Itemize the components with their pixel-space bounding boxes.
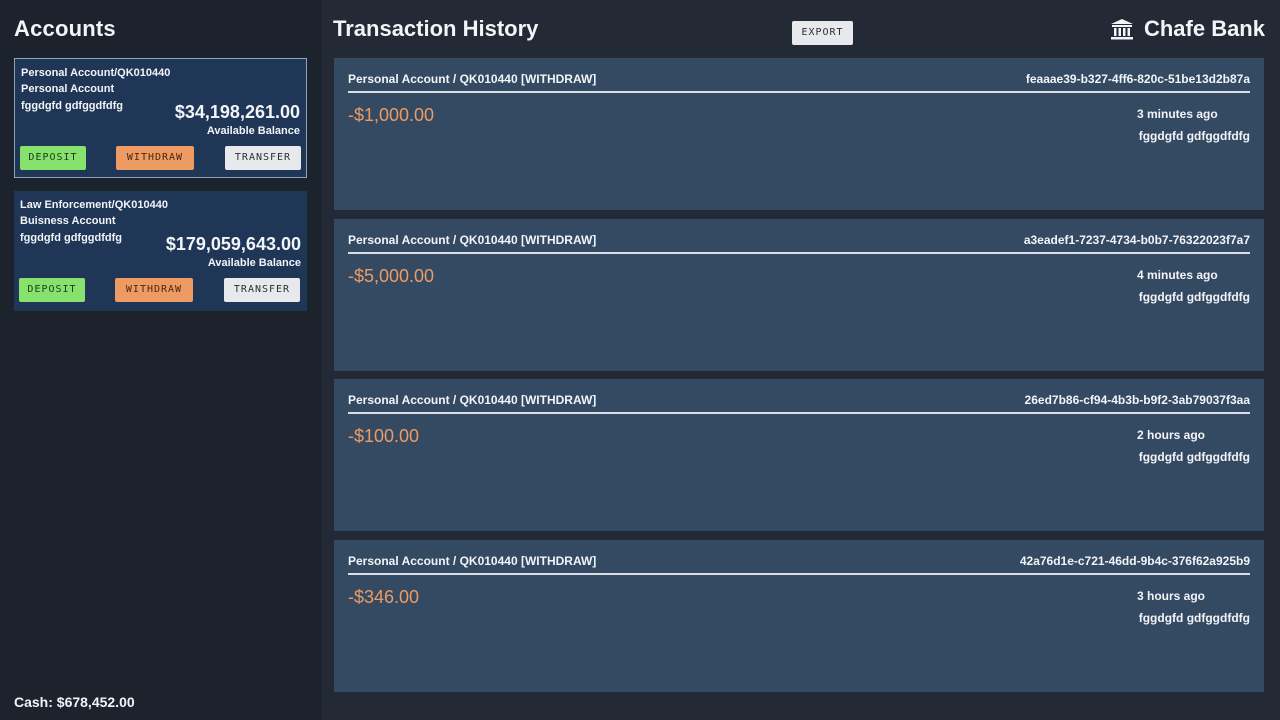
account-card-personal[interactable]: Personal Account/QK010440 Personal Accou… (14, 58, 307, 178)
account-balance: $34,198,261.00 (174, 102, 300, 122)
transaction-card[interactable]: Personal Account / QK010440 [WITHDRAW] 4… (334, 540, 1264, 692)
transaction-heading: Personal Account / QK010440 [WITHDRAW] (348, 393, 597, 407)
transaction-amount: -$100.00 (348, 426, 420, 446)
divider (348, 252, 1250, 254)
transaction-amount: -$346.00 (348, 587, 420, 607)
available-balance-label: Available Balance (207, 257, 301, 269)
divider (348, 412, 1250, 414)
transaction-user: fggdgfd gdfggdfdfg (1138, 290, 1250, 304)
account-id-line: Personal Account/QK010440 (21, 67, 171, 79)
account-type: Personal Account (21, 83, 115, 95)
deposit-button[interactable]: DEPOSIT (20, 146, 86, 170)
transaction-time: 3 hours ago (1137, 589, 1206, 603)
divider (348, 91, 1250, 93)
available-balance-label: Available Balance (206, 125, 300, 137)
divider (348, 573, 1250, 575)
account-owner: fggdgfd gdfggdfdfg (20, 232, 123, 244)
export-button[interactable]: EXPORT (792, 21, 853, 45)
transaction-card[interactable]: Personal Account / QK010440 [WITHDRAW] 2… (334, 379, 1264, 531)
transaction-time: 4 minutes ago (1137, 268, 1218, 282)
account-type: Buisness Account (20, 215, 116, 227)
transaction-user: fggdgfd gdfggdfdfg (1138, 611, 1250, 625)
transaction-time: 2 hours ago (1137, 428, 1206, 442)
transaction-amount: -$5,000.00 (348, 266, 435, 286)
transaction-id: feaaae39-b327-4ff6-820c-51be13d2b87a (1025, 72, 1250, 86)
page-title: Transaction History (333, 16, 539, 41)
transaction-heading: Personal Account / QK010440 [WITHDRAW] (348, 72, 597, 86)
transfer-button[interactable]: TRANSFER (225, 146, 301, 170)
deposit-button[interactable]: DEPOSIT (19, 278, 85, 302)
transaction-id: 42a76d1e-c721-46dd-9b4c-376f62a925b9 (1019, 554, 1250, 568)
accounts-title: Accounts (14, 16, 116, 41)
transaction-user: fggdgfd gdfggdfdfg (1138, 450, 1250, 464)
cash-balance: Cash: $678,452.00 (14, 694, 135, 710)
transaction-id: 26ed7b86-cf94-4b3b-b9f2-3ab79037f3aa (1024, 393, 1250, 407)
bank-name: Chafe Bank (1143, 16, 1265, 41)
withdraw-button[interactable]: WITHDRAW (115, 278, 193, 302)
transaction-heading: Personal Account / QK010440 [WITHDRAW] (348, 233, 597, 247)
account-owner: fggdgfd gdfggdfdfg (21, 100, 124, 112)
account-card-law-enforcement[interactable]: Law Enforcement/QK010440 Buisness Accoun… (14, 191, 307, 311)
transaction-card[interactable]: Personal Account / QK010440 [WITHDRAW] f… (334, 58, 1264, 210)
account-balance: $179,059,643.00 (165, 234, 301, 254)
transaction-card[interactable]: Personal Account / QK010440 [WITHDRAW] a… (334, 219, 1264, 371)
transaction-time: 3 minutes ago (1137, 107, 1218, 121)
transaction-amount: -$1,000.00 (348, 105, 435, 125)
transaction-heading: Personal Account / QK010440 [WITHDRAW] (348, 554, 597, 568)
bank-brand: Chafe Bank (1110, 16, 1265, 42)
transaction-id: a3eadef1-7237-4734-b0b7-76322023f7a7 (1023, 233, 1250, 247)
withdraw-button[interactable]: WITHDRAW (116, 146, 194, 170)
accounts-sidebar: Accounts Personal Account/QK010440 Perso… (0, 0, 322, 720)
transaction-history-panel: Transaction History EXPORT Chafe Bank Pe… (322, 0, 1280, 720)
transfer-button[interactable]: TRANSFER (224, 278, 300, 302)
account-id-line: Law Enforcement/QK010440 (20, 199, 168, 211)
bank-building-icon (1110, 18, 1134, 40)
transaction-user: fggdgfd gdfggdfdfg (1138, 129, 1250, 143)
